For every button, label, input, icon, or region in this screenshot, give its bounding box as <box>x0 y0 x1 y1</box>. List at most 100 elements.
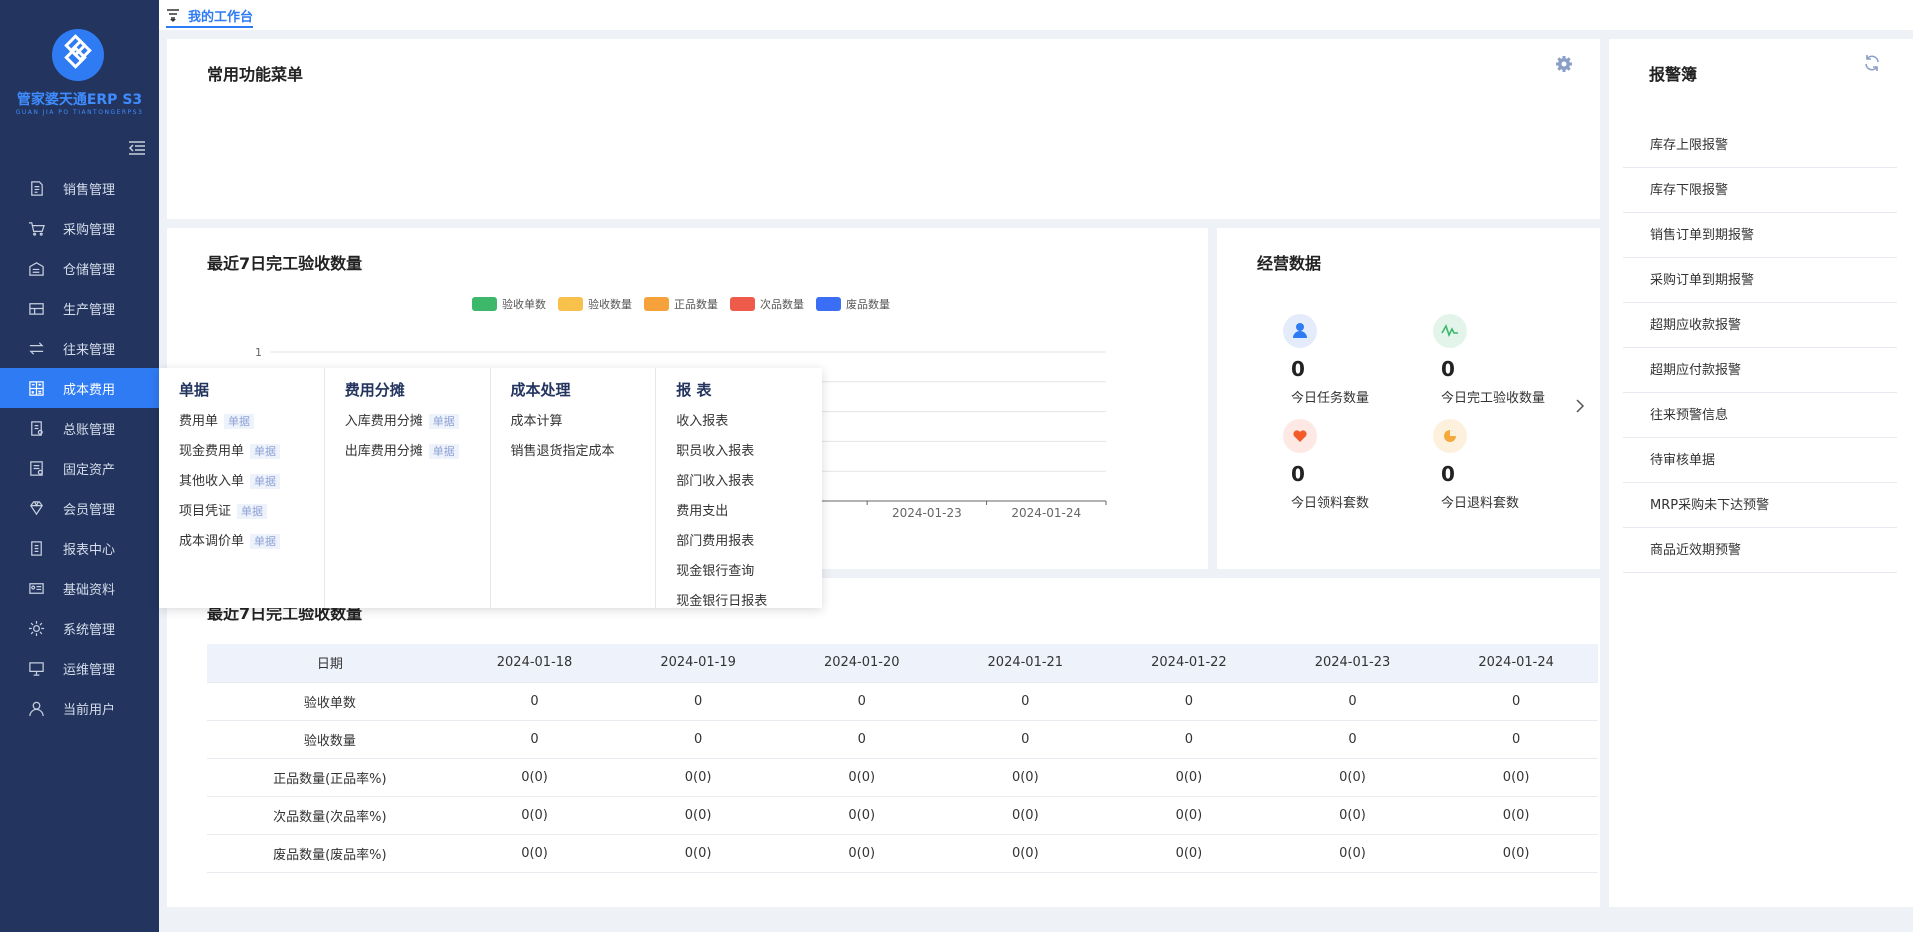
sidebar-item-7[interactable]: 固定资产 <box>0 448 159 488</box>
sidebar-item-13[interactable]: 当前用户 <box>0 688 159 728</box>
alarm-item[interactable]: 往来预警信息 <box>1623 393 1897 438</box>
alarm-item[interactable]: 采购订单到期报警 <box>1623 258 1897 303</box>
table-header-cell: 日期 <box>207 644 453 683</box>
table-cell: 0(0) <box>1434 758 1598 797</box>
legend-item[interactable]: 验收数量 <box>558 296 632 312</box>
alarm-item[interactable]: 超期应收款报警 <box>1623 303 1897 348</box>
sidebar-item-5[interactable]: 成本费用 <box>0 368 159 408</box>
submenu-item[interactable]: 其他收入单 单据 <box>179 467 324 497</box>
alarm-item[interactable]: 商品近效期预警 <box>1623 528 1897 573</box>
submenu-item[interactable]: 部门收入报表 <box>676 467 822 497</box>
stat-material-return: 0 今日退料套数 <box>1433 419 1583 514</box>
submenu-item[interactable]: 现金银行查询 <box>676 557 822 587</box>
sidebar-item-3[interactable]: 生产管理 <box>0 288 159 328</box>
alarm-title: 报警簿 <box>1649 65 1698 84</box>
sales-doc-icon <box>31 180 43 196</box>
table-header-cell: 2024-01-23 <box>1270 644 1435 683</box>
submenu-item[interactable]: 入库费用分摊 单据 <box>345 407 490 437</box>
legend-label: 验收数量 <box>588 298 632 311</box>
refresh-icon[interactable] <box>1863 54 1881 76</box>
table-cell: 0(0) <box>452 758 617 797</box>
submenu-item[interactable]: 成本计算 <box>511 407 656 437</box>
y-tick-label: 1 <box>255 346 262 359</box>
sidebar-item-10[interactable]: 基础资料 <box>0 568 159 608</box>
table-cell: 0(0) <box>452 834 617 873</box>
app-name: 管家婆天通ERP S3 <box>16 92 143 108</box>
table-cell: 0(0) <box>616 834 780 873</box>
alarm-item[interactable]: MRP采购未下达预警 <box>1623 483 1897 528</box>
legend-item[interactable]: 验收单数 <box>472 296 546 312</box>
sidebar-item-4[interactable]: 往来管理 <box>0 328 159 368</box>
sidebar-item-11[interactable]: 系统管理 <box>0 608 159 648</box>
filter-icon <box>167 9 179 22</box>
legend-item[interactable]: 废品数量 <box>816 296 890 312</box>
sidebar-item-label: 运维管理 <box>63 662 116 678</box>
settings-gear-icon[interactable] <box>1555 55 1573 77</box>
submenu-item[interactable]: 现金费用单 单据 <box>179 437 324 467</box>
stat-tasks: 0 今日任务数量 <box>1283 314 1433 409</box>
table-cell: 0(0) <box>616 758 780 797</box>
submenu-item[interactable]: 项目凭证 单据 <box>179 497 324 527</box>
sidebar-item-8[interactable]: 会员管理 <box>0 488 159 528</box>
sidebar-item-0[interactable]: 销售管理 <box>0 168 159 208</box>
alarm-item[interactable]: 待审核单据 <box>1623 438 1897 483</box>
submenu-item[interactable]: 部门费用报表 <box>676 527 822 557</box>
submenu-item[interactable]: 费用单 单据 <box>179 407 324 437</box>
table-row: 次品数量(次品率%) 0(0) 0(0) 0(0) 0(0) 0(0) 0(0) 0(0) <box>207 796 1598 835</box>
quick-menu-title: 常用功能菜单 <box>207 65 304 84</box>
submenu-item-label: 其他收入单 <box>179 474 245 489</box>
sidebar-item-label: 成本费用 <box>63 382 116 398</box>
table-header-cell: 2024-01-24 <box>1434 644 1598 683</box>
table-cell: 0 <box>779 682 944 721</box>
tab-label: 我的工作台 <box>188 9 254 25</box>
submenu-item[interactable]: 现金银行日报表 <box>676 587 822 617</box>
submenu-item[interactable]: 费用支出 <box>676 497 822 527</box>
tab-workbench[interactable]: 我的工作台 <box>166 6 254 28</box>
legend-swatch <box>472 297 497 311</box>
table-cell: 0(0) <box>943 796 1108 835</box>
table-cell: 0(0) <box>1107 796 1271 835</box>
stat-label: 今日退料套数 <box>1441 496 1520 511</box>
alarm-item[interactable]: 库存上限报警 <box>1623 123 1897 168</box>
sidebar-item-6[interactable]: 总账管理 <box>0 408 159 448</box>
alarm-item[interactable]: 销售订单到期报警 <box>1623 213 1897 258</box>
legend-item[interactable]: 正品数量 <box>644 296 718 312</box>
submenu-item[interactable]: 销售退货指定成本 <box>511 437 656 467</box>
alarm-item[interactable]: 库存下限报警 <box>1623 168 1897 213</box>
submenu-item[interactable]: 成本调价单 单据 <box>179 527 324 557</box>
submenu-item[interactable]: 出库费用分摊 单据 <box>345 437 490 467</box>
legend-swatch <box>558 297 583 311</box>
legend-item[interactable]: 次品数量 <box>730 296 804 312</box>
legend-label: 正品数量 <box>674 298 718 311</box>
table-row: 废品数量(废品率%) 0(0) 0(0) 0(0) 0(0) 0(0) 0(0) 0(0) <box>207 834 1598 873</box>
legend-swatch <box>644 297 669 311</box>
collapse-menu-icon[interactable] <box>128 140 146 156</box>
chevron-right-icon[interactable] <box>1575 398 1585 418</box>
submenu-item-label: 现金银行查询 <box>676 564 755 579</box>
logo-icon <box>52 29 104 81</box>
sidebar-item-9[interactable]: 报表中心 <box>0 528 159 568</box>
submenu-item-label: 成本计算 <box>510 414 563 429</box>
sidebar-menu: 销售管理 采购管理 仓储管理 生产管理 往来管理成本费用总账管理 固定资产 会员管理报表中心… <box>0 168 159 728</box>
table-cell: 0(0) <box>1434 834 1598 873</box>
submenu-heading: 费用分摊 <box>344 381 405 399</box>
submenu-item-label: 现金银行日报表 <box>676 594 768 609</box>
submenu-item[interactable]: 收入报表 <box>676 407 822 437</box>
submenu-item[interactable]: 职员收入报表 <box>676 437 822 467</box>
chart-title: 最近7日完工验收数量 <box>207 254 363 273</box>
sidebar-item-label: 基础资料 <box>63 582 116 598</box>
table-row: 验收数量 0 0 0 0 0 0 0 <box>207 720 1598 759</box>
doc-tag: 单据 <box>428 414 459 429</box>
sidebar-item-1[interactable]: 采购管理 <box>0 208 159 248</box>
stat-label: 今日领料套数 <box>1291 496 1370 511</box>
table-cell: 0 <box>943 720 1108 759</box>
asset-icon <box>30 460 43 476</box>
sidebar-item-label: 报表中心 <box>63 542 116 558</box>
alarm-item[interactable]: 超期应付款报警 <box>1623 348 1897 393</box>
table-cell: 0(0) <box>1270 834 1435 873</box>
table-cell: 0(0) <box>1107 758 1271 797</box>
sidebar-item-12[interactable]: 运维管理 <box>0 648 159 688</box>
table-cell: 0 <box>1107 682 1271 721</box>
heart-icon <box>1283 419 1317 453</box>
sidebar-item-2[interactable]: 仓储管理 <box>0 248 159 288</box>
